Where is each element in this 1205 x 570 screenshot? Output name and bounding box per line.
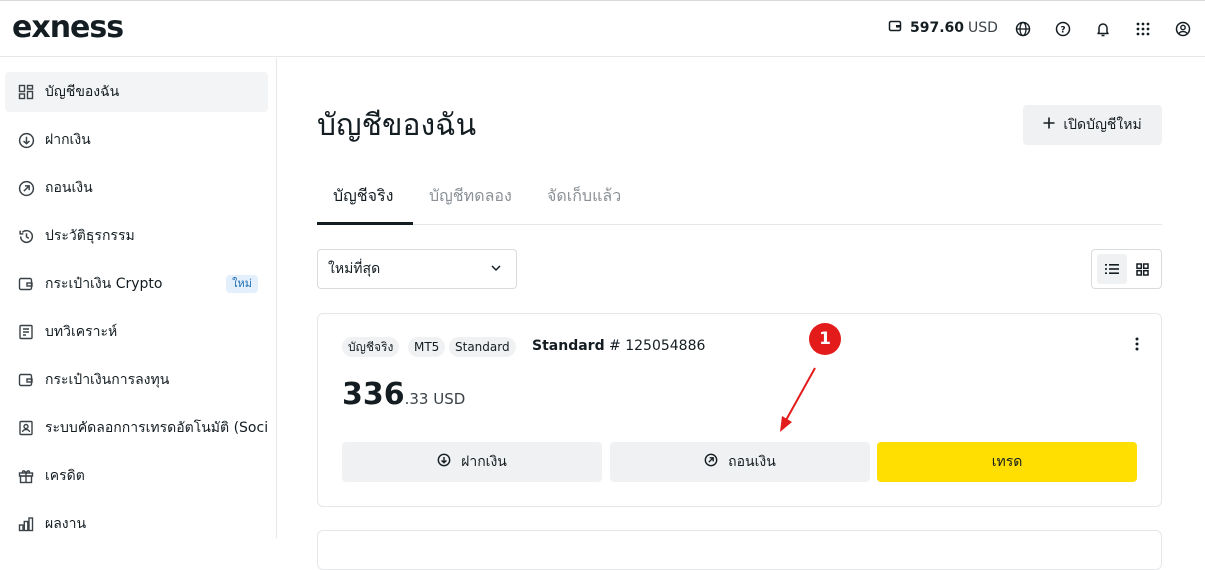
account-tabs: บัญชีจริง บัญชีทดลอง จัดเก็บแล้ว: [317, 170, 1162, 225]
wallet-icon: [17, 275, 35, 293]
sort-dropdown[interactable]: ใหม่ที่สุด: [317, 249, 517, 289]
help-icon[interactable]: ?: [1054, 20, 1072, 38]
balance-amount: 597.60: [910, 20, 965, 36]
sidebar-item-analytics[interactable]: บทวิเคราะห์: [5, 312, 268, 352]
sidebar-item-label: ถอนเงิน: [45, 180, 93, 196]
withdraw-icon: [704, 453, 718, 471]
sidebar-item-label: กระเป๋าเงินการลงทุน: [45, 372, 170, 388]
tab-archived[interactable]: จัดเก็บแล้ว: [547, 184, 621, 209]
sidebar-item-crypto-wallet[interactable]: กระเป๋าเงิน Crypto ใหม่: [5, 264, 268, 304]
sidebar-item-credit[interactable]: เครดิต: [5, 456, 268, 496]
social-trading-icon: [17, 419, 35, 437]
wallet-icon: [888, 19, 902, 37]
next-account-card: [317, 530, 1162, 570]
bell-icon[interactable]: [1094, 20, 1112, 38]
withdraw-icon: [17, 179, 35, 197]
svg-text:?: ?: [1060, 26, 1065, 36]
annotation-step-marker: 1: [809, 323, 841, 355]
analytics-icon: [17, 323, 35, 341]
trade-button[interactable]: เทรด: [877, 442, 1137, 482]
deposit-icon: [17, 131, 35, 149]
deposit-button[interactable]: ฝากเงิน: [342, 442, 602, 482]
sidebar: บัญชีของฉัน ฝากเงิน ถอนเงิน ประวัติธุรกร…: [0, 58, 277, 538]
account-card: บัญชีจริง MT5 Standard Standard # 125054…: [317, 313, 1162, 507]
account-chip-platform: MT5: [408, 337, 446, 357]
dashboard-icon: [17, 83, 35, 101]
top-bar: exness 597.60 USD ?: [0, 0, 1205, 57]
active-tab-indicator: [317, 222, 413, 225]
bar-chart-icon: [17, 515, 35, 533]
view-toggle: [1091, 249, 1162, 289]
sidebar-item-label: ฝากเงิน: [45, 132, 91, 148]
history-icon: [17, 227, 35, 245]
chevron-down-icon: [490, 262, 502, 278]
open-new-account-button[interactable]: เปิดบัญชีใหม่: [1023, 105, 1162, 145]
exness-logo[interactable]: exness: [12, 10, 124, 45]
withdraw-label: ถอนเงิน: [728, 454, 776, 470]
withdraw-button[interactable]: ถอนเงิน: [610, 442, 870, 482]
wallet-icon: [17, 371, 35, 389]
trade-label: เทรด: [991, 454, 1023, 470]
sidebar-item-investment-wallet[interactable]: กระเป๋าเงินการลงทุน: [5, 360, 268, 400]
account-balance: 336.33 USD: [342, 377, 465, 412]
sidebar-item-my-accounts[interactable]: บัญชีของฉัน: [5, 72, 268, 112]
tab-real[interactable]: บัญชีจริง: [333, 184, 393, 209]
main-content: บัญชีของฉัน เปิดบัญชีใหม่ บัญชีจริง บัญช…: [278, 58, 1205, 570]
sort-value: ใหม่ที่สุด: [328, 261, 381, 277]
new-badge: ใหม่: [226, 275, 258, 293]
account-chip-real: บัญชีจริง: [342, 337, 400, 357]
list-view-icon[interactable]: [1097, 254, 1127, 284]
account-chip-type: Standard: [449, 337, 516, 357]
deposit-icon: [437, 453, 451, 471]
balance-decimal: .33 USD: [404, 390, 466, 408]
sidebar-item-label: กระเป๋าเงิน Crypto: [45, 276, 163, 292]
balance-currency: USD: [968, 20, 998, 36]
user-icon[interactable]: [1174, 20, 1192, 38]
account-number: # 125054886: [609, 338, 706, 354]
sidebar-item-transaction-history[interactable]: ประวัติธุรกรรม: [5, 216, 268, 256]
account-type-name: Standard: [532, 338, 605, 354]
open-new-account-label: เปิดบัญชีใหม่: [1063, 117, 1142, 133]
account-name[interactable]: Standard # 125054886: [532, 338, 705, 354]
sidebar-item-label: ระบบคัดลอกการเทรดอัตโนมัติ (Social: [45, 420, 268, 436]
tab-demo[interactable]: บัญชีทดลอง: [429, 184, 512, 209]
sidebar-item-label: บัญชีของฉัน: [45, 84, 120, 100]
sidebar-item-label: เครดิต: [45, 468, 85, 484]
apps-grid-icon[interactable]: [1134, 20, 1152, 38]
page-title: บัญชีของฉัน: [317, 108, 477, 143]
sidebar-item-performance[interactable]: ผลงาน: [5, 504, 268, 544]
sidebar-item-withdraw[interactable]: ถอนเงิน: [5, 168, 268, 208]
grid-view-icon[interactable]: [1127, 254, 1157, 284]
sidebar-item-label: ผลงาน: [45, 516, 87, 532]
gift-icon: [17, 467, 35, 485]
balance-integer: 336: [342, 377, 405, 412]
sidebar-item-social-trading[interactable]: ระบบคัดลอกการเทรดอัตโนมัติ (Social: [5, 408, 268, 448]
more-options-icon[interactable]: [1135, 336, 1145, 352]
deposit-label: ฝากเงิน: [461, 454, 507, 470]
sidebar-item-deposit[interactable]: ฝากเงิน: [5, 120, 268, 160]
header-balance[interactable]: 597.60 USD: [888, 19, 998, 37]
sidebar-item-label: ประวัติธุรกรรม: [45, 228, 135, 244]
plus-icon: [1043, 117, 1055, 133]
sidebar-item-label: บทวิเคราะห์: [45, 324, 118, 340]
globe-icon[interactable]: [1014, 20, 1032, 38]
annotation-arrow: [780, 367, 816, 432]
